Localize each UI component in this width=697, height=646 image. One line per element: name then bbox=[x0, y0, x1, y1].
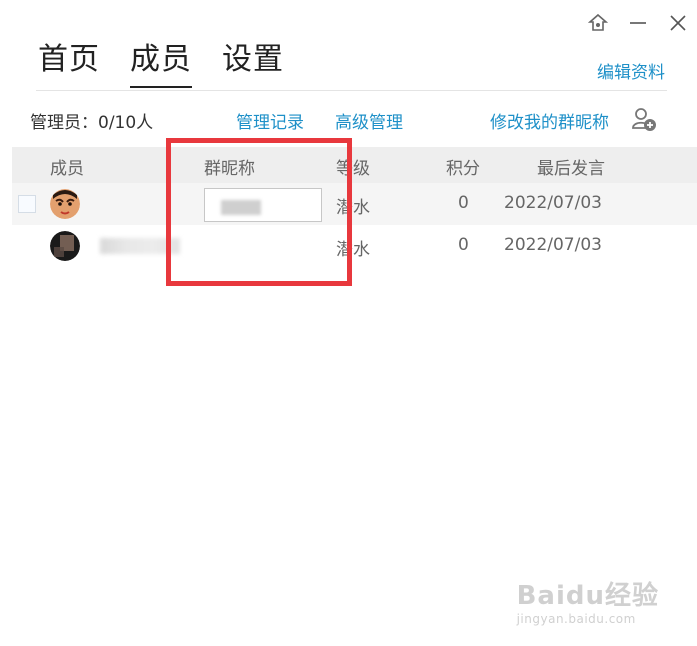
avatar[interactable] bbox=[50, 189, 80, 219]
header-nickname[interactable]: 群昵称 bbox=[204, 154, 255, 179]
member-level: 潜水 bbox=[336, 240, 370, 260]
tab-members[interactable]: 成员 bbox=[130, 40, 192, 88]
tab-settings[interactable]: 设置 bbox=[222, 40, 284, 88]
header-points[interactable]: 积分 bbox=[446, 154, 480, 179]
nickname-input[interactable] bbox=[204, 188, 322, 222]
baidu-watermark: Baidu经验 jingyan.baidu.com bbox=[517, 575, 659, 626]
member-last-post: 2022/07/03 bbox=[504, 193, 602, 213]
member-points: 0 bbox=[458, 193, 469, 213]
header-divider bbox=[36, 90, 667, 91]
admin-count: 管理员：0/10人 bbox=[30, 113, 154, 133]
member-level: 潜水 bbox=[336, 198, 370, 218]
minimize-icon[interactable] bbox=[627, 12, 649, 34]
header-last-post[interactable]: 最后发言 bbox=[537, 154, 605, 179]
member-last-post: 2022/07/03 bbox=[504, 235, 602, 255]
member-points: 0 bbox=[458, 235, 469, 255]
close-icon[interactable] bbox=[667, 12, 689, 34]
pin-icon[interactable] bbox=[587, 12, 609, 34]
member-name-redacted bbox=[100, 238, 180, 254]
advanced-manage-link[interactable]: 高级管理 bbox=[335, 108, 403, 133]
members-toolbar: 管理员：0/10人 管理记录 高级管理 修改我的群昵称 bbox=[30, 106, 657, 133]
window-controls bbox=[587, 12, 689, 34]
add-user-icon[interactable] bbox=[631, 106, 657, 132]
avatar[interactable] bbox=[50, 231, 80, 261]
row-checkbox[interactable] bbox=[18, 195, 36, 213]
watermark-url: jingyan.baidu.com bbox=[516, 612, 636, 626]
edit-profile-link[interactable]: 编辑资料 bbox=[597, 58, 665, 83]
manage-log-link[interactable]: 管理记录 bbox=[236, 108, 304, 133]
member-table-header: 成员 群昵称 等级 积分 最后发言 bbox=[12, 147, 697, 183]
edit-my-nickname-link[interactable]: 修改我的群昵称 bbox=[490, 108, 609, 133]
watermark-logo: Baidu经验 bbox=[516, 581, 659, 611]
header-member[interactable]: 成员 bbox=[50, 154, 84, 179]
table-row[interactable]: 潜水 0 2022/07/03 bbox=[12, 183, 697, 225]
header-level[interactable]: 等级 bbox=[336, 154, 370, 179]
tab-home[interactable]: 首页 bbox=[38, 40, 100, 88]
main-tabs: 首页 成员 设置 bbox=[38, 40, 284, 88]
table-row[interactable]: 潜水 0 2022/07/03 bbox=[12, 225, 697, 267]
